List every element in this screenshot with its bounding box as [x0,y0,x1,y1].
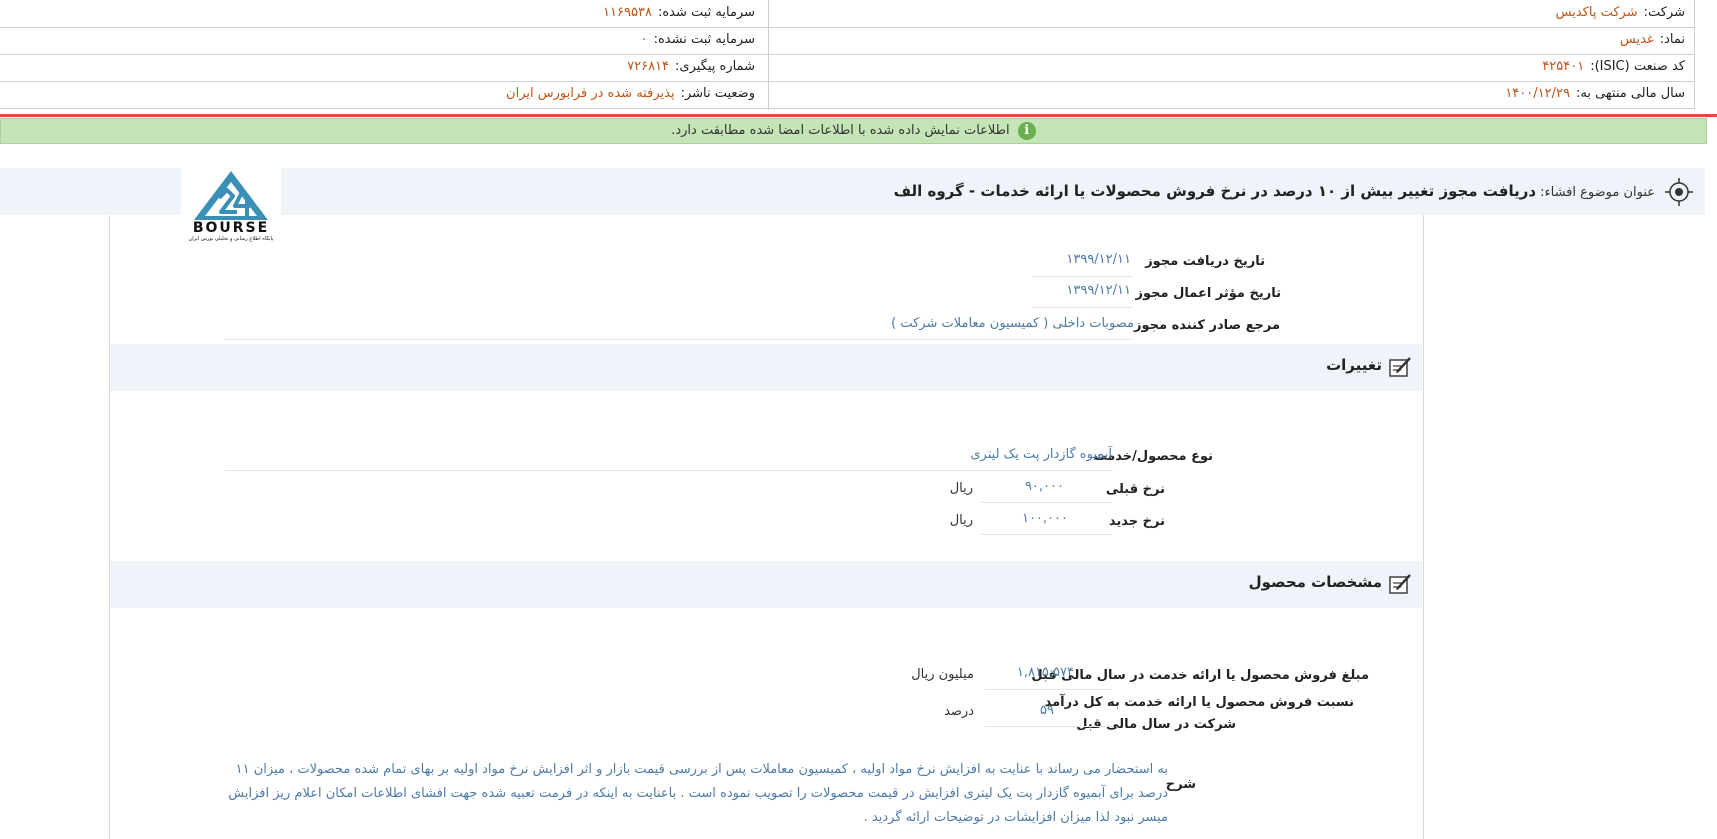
reg-capital-cell: سرمایه ثبت شده: ۱۱۶۹۵۳۸ [603,0,755,27]
prev-rate-value: ۹۰,۰۰۰ [1024,479,1064,494]
column-divider [768,0,769,110]
reg-capital-value: ۱۱۶۹۵۳۸ [603,5,652,20]
share-label-line2: شرکت در سال مالی قبل [1076,717,1236,732]
product-type-underline [225,470,1113,471]
new-rate-unit: ریال [949,513,973,528]
verification-notice: i اطلاعات نمایش داده شده با اطلاعات امضا… [0,118,1707,144]
unreg-capital-label: سرمایه ثبت نشده: [653,32,755,47]
title-text: دریافت مجوز تغییر بیش از ۱۰ درصد در نرخ … [893,182,1537,200]
effective-date-value: ۱۳۹۹/۱۲/۱۱ [1066,283,1131,298]
sales-value: ۱,۸۱۵,۵۷۴ [1016,665,1074,680]
notice-text: اطلاعات نمایش داده شده با اطلاعات امضا ش… [671,123,1010,138]
prev-rate-underline [980,502,1112,503]
status-value: پذیرفته شده در فرابورس ایران [506,86,675,101]
tracking-label: شماره پیگیری: [675,59,755,74]
sales-label: مبلغ فروش محصول یا ارائه خدمت در سال مال… [1031,668,1369,683]
right-border [1694,0,1695,110]
info-row-company: شرکت: شرکت پاکدیس سرمایه ثبت شده: ۱۱۶۹۵۳۸ [0,0,1695,28]
effective-date-label: تاریخ مؤثر اعمال مجوز [1135,286,1281,301]
isic-label: کد صنعت (ISIC): [1590,59,1685,74]
product-type-value: آبمیوه گازدار پت یک لیتری [970,447,1112,462]
unreg-capital-value: ۰ [640,32,648,47]
tracking-cell: شماره پیگیری: ۷۲۶۸۱۴ [627,54,755,81]
unreg-capital-cell: سرمایه ثبت نشده: ۰ [641,27,755,54]
product-specs-section-title: مشخصات محصول [1248,573,1382,591]
share-label-line1: نسبت فروش محصول یا ارائه خدمت به کل درآم… [1044,695,1354,710]
symbol-label: نماد: [1659,32,1685,47]
changes-section-header: تغییرات [110,344,1422,391]
edit-icon [1389,357,1411,377]
issuer-label: مرجع صادر کننده مجوز [1134,318,1280,333]
tracking-value: ۷۲۶۸۱۴ [627,59,670,74]
receive-date-value: ۱۳۹۹/۱۲/۱۱ [1066,252,1131,267]
symbol-value: غدیس [1619,32,1654,47]
description-label: شرح [1165,777,1196,792]
changes-section-title: تغییرات [1326,356,1382,374]
issuer-value: مصوبات داخلی ( کمیسیون معاملات شرکت ) [891,316,1134,331]
company-value: شرکت پاکدیس [1555,5,1638,20]
fiscal-cell: سال مالی منتهی به: ۱۴۰۰/۱۲/۲۹ [1505,81,1685,108]
isic-cell: کد صنعت (ISIC): ۴۲۵۴۰۱ [1542,54,1685,81]
issuer-underline [225,339,1133,340]
sales-underline [985,689,1112,690]
edit-icon [1389,574,1411,594]
prev-rate-unit: ریال [949,481,973,496]
reg-capital-label: سرمایه ثبت شده: [657,5,755,20]
info-row-symbol: نماد: غدیس سرمایه ثبت نشده: ۰ [0,27,1695,55]
page-title: عنوان موضوع افشاء:دریافت مجوز تغییر بیش … [894,168,1655,216]
new-rate-underline [980,534,1112,535]
info-icon: i [1017,121,1036,140]
company-info-table: شرکت:شرکت پاکدیس سرمایه ثبت شده:۱۱۶۹۵۳۸ … [0,0,1695,110]
disclosure-panel [109,215,1424,839]
effective-date-underline [1032,307,1132,308]
receive-date-underline [1032,276,1132,277]
status-cell: وضعیت ناشر: پذیرفته شده در فرابورس ایران [506,81,755,108]
symbol-cell: نماد: غدیس [1620,27,1685,54]
title-label: عنوان موضوع افشاء: [1540,185,1655,200]
share-value: ۵۹ [1040,703,1054,718]
share-unit: درصد [944,704,974,719]
description-text: به استحضار می رساند با عنایت به افزایش ن… [228,762,1168,825]
target-icon [1665,178,1693,206]
new-rate-value: ۱۰۰,۰۰۰ [1021,511,1068,526]
prev-rate-label: نرخ قبلی [1105,482,1165,497]
company-label: شرکت: [1643,5,1685,20]
info-row-fiscal: سال مالی منتهی به: ۱۴۰۰/۱۲/۲۹ وضعیت ناشر:… [0,81,1695,109]
receive-date-label: تاریخ دریافت مجوز [1145,254,1265,269]
isic-value: ۴۲۵۴۰۱ [1542,59,1585,74]
sales-unit: میلیون ریال [911,667,974,682]
new-rate-label: نرخ جدید [1108,514,1165,529]
share-underline [985,726,1112,727]
fiscal-value: ۱۴۰۰/۱۲/۲۹ [1505,86,1570,101]
fiscal-label: سال مالی منتهی به: [1575,86,1685,101]
company-cell: شرکت: شرکت پاکدیس [1556,0,1685,27]
info-row-isic: کد صنعت (ISIC): ۴۲۵۴۰۱ شماره پیگیری: ۷۲۶۸۱… [0,54,1695,82]
status-label: وضعیت ناشر: [680,86,755,101]
header-divider [0,114,1717,117]
product-specs-section-header: مشخصات محصول [110,561,1422,608]
